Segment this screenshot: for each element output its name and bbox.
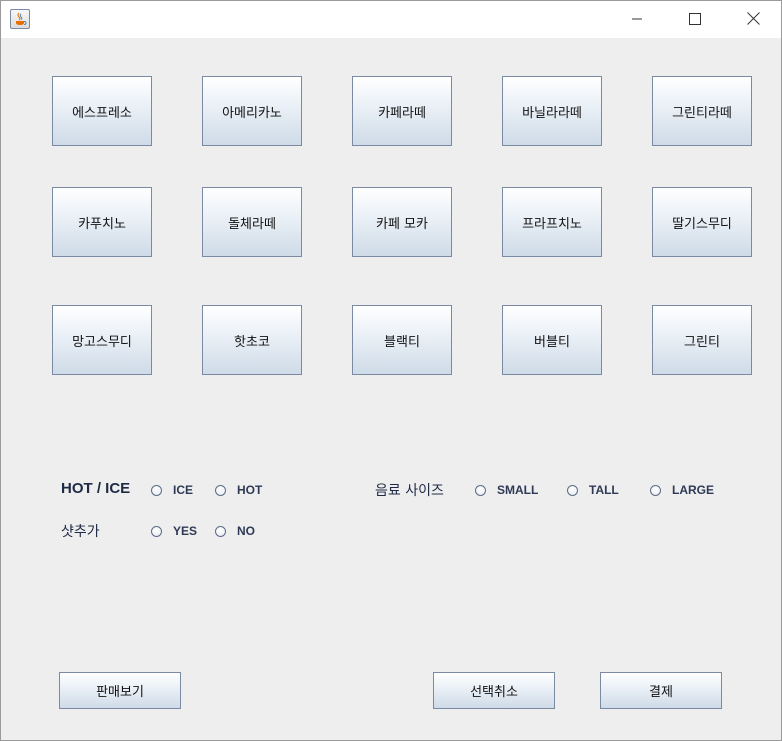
menu-button-green-tea[interactable]: 그린티 [652, 305, 752, 375]
radio-yes[interactable]: YES [151, 523, 197, 539]
menu-button-frappuccino[interactable]: 프라프치노 [502, 187, 602, 257]
title-bar [1, 1, 781, 38]
view-sales-button[interactable]: 판매보기 [59, 672, 181, 709]
menu-button-hot-chocolate[interactable]: 핫초코 [202, 305, 302, 375]
radio-large[interactable]: LARGE [650, 482, 714, 498]
radio-hot[interactable]: HOT [215, 482, 262, 498]
menu-button-greentea-latte[interactable]: 그린티라떼 [652, 76, 752, 146]
radio-circle-icon [650, 484, 661, 496]
java-app-icon [10, 9, 30, 29]
radio-tall-label: TALL [589, 483, 619, 497]
radio-circle-icon [215, 525, 226, 537]
radio-large-label: LARGE [672, 483, 714, 497]
radio-ice[interactable]: ICE [151, 482, 193, 498]
close-icon [746, 10, 760, 29]
temperature-label: HOT / ICE [61, 480, 131, 497]
radio-no-label: NO [237, 524, 255, 538]
minimize-button[interactable] [608, 1, 666, 38]
radio-no[interactable]: NO [215, 523, 255, 539]
shot-label: 샷추가 [61, 524, 100, 540]
menu-button-cafe-mocha[interactable]: 카페 모카 [352, 187, 452, 257]
menu-button-cappuccino[interactable]: 카푸치노 [52, 187, 152, 257]
close-button[interactable] [724, 1, 782, 38]
menu-button-black-tea[interactable]: 블랙티 [352, 305, 452, 375]
maximize-button[interactable] [666, 1, 724, 38]
radio-circle-icon [151, 484, 162, 496]
menu-button-bubble-tea[interactable]: 버블티 [502, 305, 602, 375]
radio-circle-icon [475, 484, 486, 496]
radio-circle-icon [567, 484, 578, 496]
menu-button-strawberry-smoothie[interactable]: 딸기스무디 [652, 187, 752, 257]
cancel-selection-button[interactable]: 선택취소 [433, 672, 555, 709]
radio-circle-icon [151, 525, 162, 537]
radio-tall[interactable]: TALL [567, 482, 619, 498]
pay-button[interactable]: 결제 [600, 672, 722, 709]
radio-circle-icon [215, 484, 226, 496]
menu-button-mango-smoothie[interactable]: 망고스무디 [52, 305, 152, 375]
menu-button-dolce-latte[interactable]: 돌체라떼 [202, 187, 302, 257]
menu-button-americano[interactable]: 아메리카노 [202, 76, 302, 146]
maximize-icon [689, 10, 701, 29]
minimize-icon [631, 10, 643, 29]
radio-small[interactable]: SMALL [475, 482, 538, 498]
radio-small-label: SMALL [497, 483, 539, 497]
menu-button-vanilla-latte[interactable]: 바닐라라떼 [502, 76, 602, 146]
radio-hot-label: HOT [237, 483, 263, 497]
radio-ice-label: ICE [173, 483, 194, 497]
size-label: 음료 사이즈 [375, 483, 444, 499]
menu-button-espresso[interactable]: 에스프레소 [52, 76, 152, 146]
radio-yes-label: YES [173, 524, 198, 538]
menu-button-cafe-latte[interactable]: 카페라떼 [352, 76, 452, 146]
